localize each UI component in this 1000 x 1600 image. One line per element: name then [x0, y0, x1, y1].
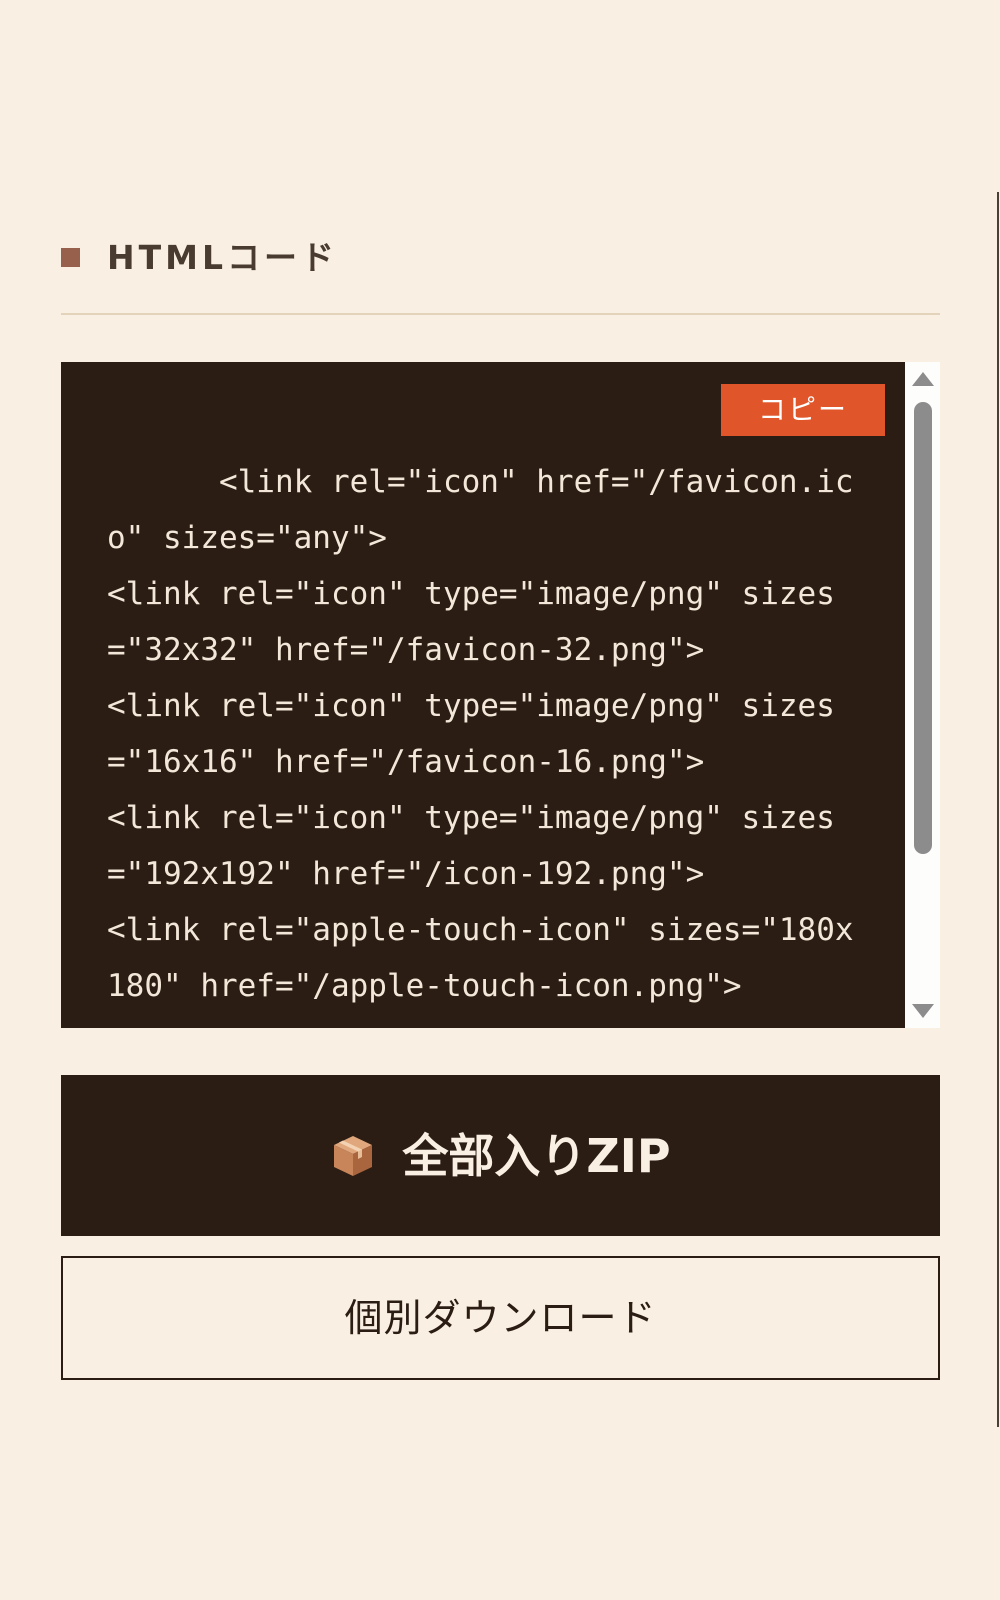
- code-text[interactable]: <link rel="icon" href="/favicon.ico" siz…: [107, 454, 867, 1014]
- right-edge-border: [997, 192, 999, 1427]
- scroll-down-arrow-icon[interactable]: [912, 1004, 934, 1018]
- section-divider: [61, 313, 940, 315]
- package-box-icon: [334, 1135, 373, 1176]
- individual-download-button[interactable]: 個別ダウンロード: [61, 1256, 940, 1380]
- scroll-up-arrow-icon[interactable]: [912, 372, 934, 386]
- scrollbar-thumb[interactable]: [914, 402, 932, 854]
- copy-button[interactable]: コピー: [721, 384, 885, 436]
- code-scrollbar[interactable]: [905, 362, 940, 1028]
- section-header: HTMLコード: [61, 236, 941, 316]
- download-zip-button[interactable]: 全部入りZIP: [61, 1075, 940, 1236]
- section-title: HTMLコード: [107, 238, 338, 277]
- section-marker-square: [61, 248, 80, 267]
- code-block: <link rel="icon" href="/favicon.ico" siz…: [61, 362, 940, 1028]
- code-scroll-area[interactable]: <link rel="icon" href="/favicon.ico" siz…: [61, 362, 905, 1028]
- download-zip-label: 全部入りZIP: [402, 1128, 671, 1183]
